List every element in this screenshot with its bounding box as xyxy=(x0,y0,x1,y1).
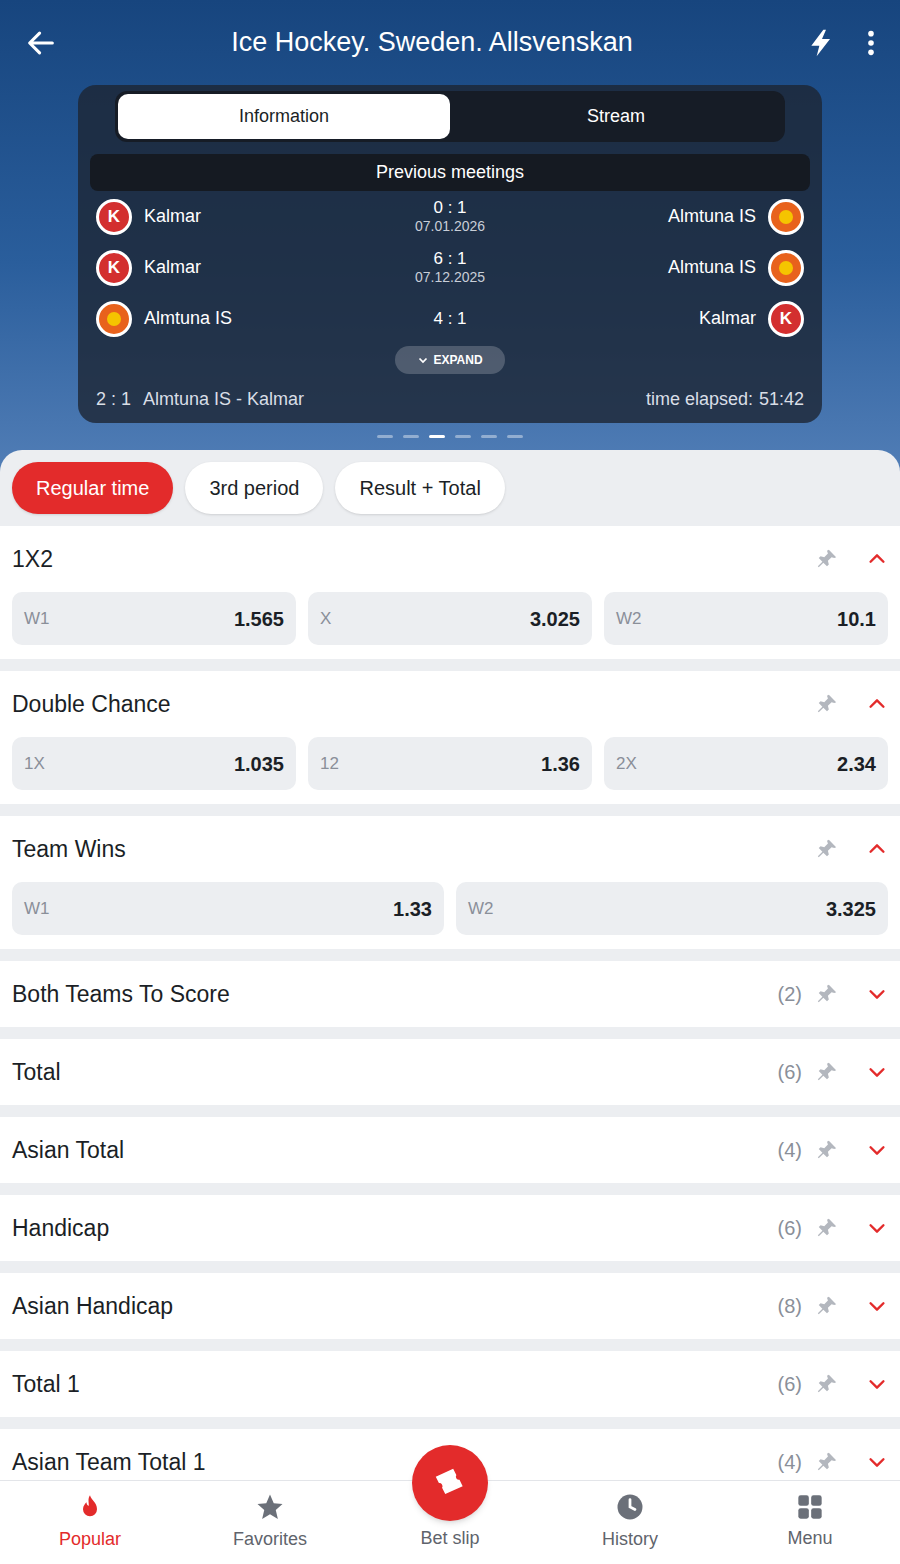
bet-slip-button[interactable]: Bet slip xyxy=(360,1481,540,1564)
markets-list: 1X2W11.565X3.025W210.1Double Chance1X1.0… xyxy=(0,526,900,1480)
carousel-dots xyxy=(0,423,900,450)
chevron-down-icon[interactable] xyxy=(866,1061,888,1083)
market-header[interactable]: Handicap(6) xyxy=(0,1195,900,1261)
app: Ice Hockey. Sweden. Allsvenskan Informat… xyxy=(0,0,900,1564)
odds-button[interactable]: X3.025 xyxy=(308,592,592,645)
previous-meetings-title: Previous meetings xyxy=(90,154,810,191)
carousel-dot[interactable] xyxy=(403,435,419,438)
market-header[interactable]: Asian Handicap(8) xyxy=(0,1273,900,1339)
odds-button[interactable]: W210.1 xyxy=(604,592,888,645)
pin-icon[interactable] xyxy=(816,983,838,1005)
info-card: InformationStream Previous meetings KKal… xyxy=(78,85,822,423)
star-icon xyxy=(255,1492,285,1522)
info-tab[interactable]: Stream xyxy=(450,94,782,139)
fire-icon xyxy=(76,1492,104,1522)
odds-button[interactable]: 2X2.34 xyxy=(604,737,888,790)
bet-slip-circle[interactable] xyxy=(412,1445,488,1521)
chevron-down-icon[interactable] xyxy=(866,1451,888,1473)
team-logo: K xyxy=(96,199,132,235)
nav-item[interactable]: Menu xyxy=(720,1481,900,1564)
market: Team WinsW11.33W23.325 xyxy=(0,816,900,949)
pin-icon[interactable] xyxy=(816,1373,838,1395)
info-tab[interactable]: Information xyxy=(118,94,450,139)
clock-icon xyxy=(615,1492,645,1522)
pin-icon[interactable] xyxy=(816,838,838,860)
pin-icon[interactable] xyxy=(816,1295,838,1317)
chevron-up-icon[interactable] xyxy=(866,693,888,715)
meeting-row: KKalmar0 : 107.01.2026Almtuna IS xyxy=(96,191,804,242)
expand-button[interactable]: EXPAND xyxy=(395,346,504,374)
chevron-down-icon[interactable] xyxy=(866,1295,888,1317)
team-logo xyxy=(768,199,804,235)
carousel-dot[interactable] xyxy=(377,435,393,438)
odds-button[interactable]: W23.325 xyxy=(456,882,888,935)
market-header[interactable]: Total 1(6) xyxy=(0,1351,900,1417)
chevron-up-icon[interactable] xyxy=(866,548,888,570)
team-logo xyxy=(768,250,804,286)
carousel-dot[interactable] xyxy=(429,435,445,438)
top-bar: Ice Hockey. Sweden. Allsvenskan xyxy=(0,0,900,85)
market: Handicap(6) xyxy=(0,1195,900,1261)
back-arrow-icon[interactable] xyxy=(24,26,58,60)
pin-icon[interactable] xyxy=(816,1217,838,1239)
market: Both Teams To Score(2) xyxy=(0,961,900,1027)
pin-icon[interactable] xyxy=(816,1139,838,1161)
team-logo xyxy=(96,301,132,337)
odds-button[interactable]: 1X1.035 xyxy=(12,737,296,790)
carousel-dot[interactable] xyxy=(481,435,497,438)
pin-icon[interactable] xyxy=(816,693,838,715)
scroll-area: Ice Hockey. Sweden. Allsvenskan Informat… xyxy=(0,0,900,1480)
grid-icon xyxy=(796,1493,824,1521)
odds-button[interactable]: W11.33 xyxy=(12,882,444,935)
meetings-list: KKalmar0 : 107.01.2026Almtuna ISKKalmar6… xyxy=(90,191,810,344)
carousel-dot[interactable] xyxy=(455,435,471,438)
period-tab[interactable]: 3rd period xyxy=(185,462,323,514)
market: Total(6) xyxy=(0,1039,900,1105)
market: Double Chance1X1.035121.362X2.34 xyxy=(0,671,900,804)
nav-item[interactable]: Popular xyxy=(0,1481,180,1564)
chevron-down-icon xyxy=(417,354,429,366)
event-header: Ice Hockey. Sweden. Allsvenskan Informat… xyxy=(0,0,900,526)
meeting-row: KKalmar6 : 107.12.2025Almtuna IS xyxy=(96,242,804,293)
page-title: Ice Hockey. Sweden. Allsvenskan xyxy=(70,26,794,60)
period-tab[interactable]: Regular time xyxy=(12,462,173,514)
market-header[interactable]: 1X2 xyxy=(0,526,900,592)
market-header[interactable]: Team Wins xyxy=(0,816,900,882)
market-header[interactable]: Both Teams To Score(2) xyxy=(0,961,900,1027)
market: Asian Handicap(8) xyxy=(0,1273,900,1339)
pin-icon[interactable] xyxy=(816,1061,838,1083)
market-header[interactable]: Total(6) xyxy=(0,1039,900,1105)
team-logo: K xyxy=(768,301,804,337)
nav-item[interactable]: Favorites xyxy=(180,1481,360,1564)
market: Total 1(6) xyxy=(0,1351,900,1417)
odds-button[interactable]: W11.565 xyxy=(12,592,296,645)
team-logo: K xyxy=(96,250,132,286)
chevron-down-icon[interactable] xyxy=(866,1217,888,1239)
market: Asian Total(4) xyxy=(0,1117,900,1183)
chevron-down-icon[interactable] xyxy=(866,983,888,1005)
lightning-icon[interactable] xyxy=(806,26,838,60)
info-tabs: InformationStream xyxy=(115,91,785,142)
chevron-down-icon[interactable] xyxy=(866,1139,888,1161)
market: 1X2W11.565X3.025W210.1 xyxy=(0,526,900,659)
chevron-down-icon[interactable] xyxy=(866,1373,888,1395)
odds-button[interactable]: 121.36 xyxy=(308,737,592,790)
more-icon[interactable] xyxy=(866,29,876,57)
live-status: 2 : 1Almtuna IS - Kalmar time elapsed:51… xyxy=(90,386,810,413)
market-header[interactable]: Asian Total(4) xyxy=(0,1117,900,1183)
nav-item[interactable]: History xyxy=(540,1481,720,1564)
chevron-up-icon[interactable] xyxy=(866,838,888,860)
market-header[interactable]: Double Chance xyxy=(0,671,900,737)
period-tab[interactable]: Result + Total xyxy=(335,462,504,514)
pin-icon[interactable] xyxy=(816,1451,838,1473)
period-tabs: Regular time3rd periodResult + Total xyxy=(0,450,900,526)
bottom-nav: PopularFavoritesBet slipHistoryMenu xyxy=(0,1480,900,1564)
ticket-icon xyxy=(431,1464,469,1502)
carousel-dot[interactable] xyxy=(507,435,523,438)
pin-icon[interactable] xyxy=(816,548,838,570)
meeting-row: Almtuna IS4 : 1KalmarK xyxy=(96,293,804,344)
